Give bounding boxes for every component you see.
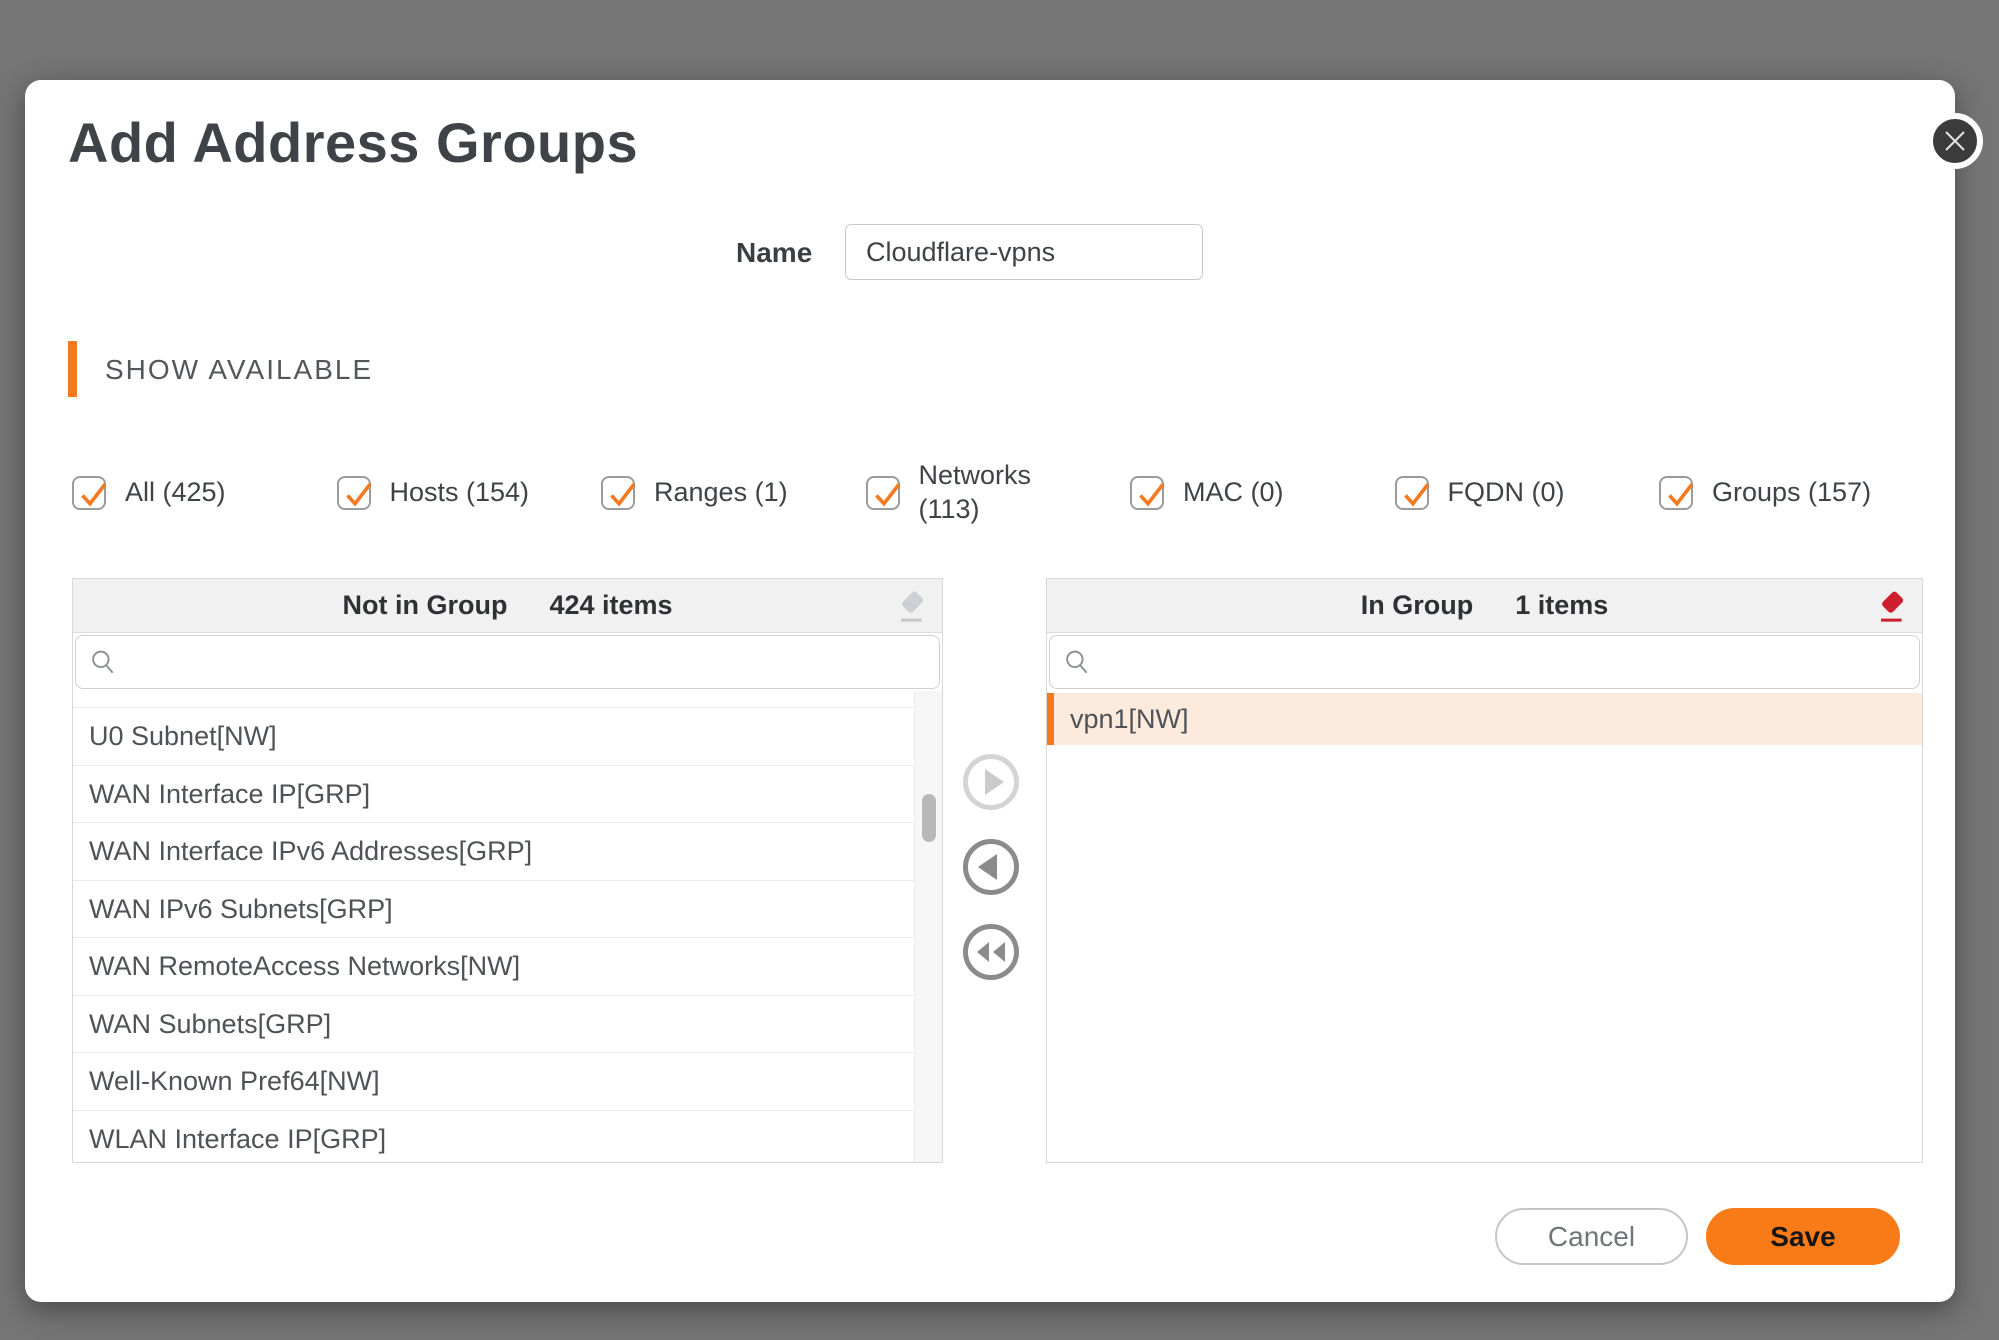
list-item[interactable]: WAN Interface IPv6 Addresses[GRP]: [73, 823, 942, 881]
show-available-heading: SHOW AVAILABLE: [105, 354, 373, 386]
filter-label: MAC (0): [1183, 476, 1284, 510]
clear-right-selection-button[interactable]: [1872, 588, 1908, 624]
close-button[interactable]: [1927, 113, 1983, 169]
filter-label: Networks (113): [919, 459, 1049, 527]
move-all-left-button[interactable]: [962, 923, 1020, 981]
filter-fqdn: FQDN (0): [1395, 476, 1660, 510]
clear-left-selection-button[interactable]: [892, 588, 928, 624]
in-group-header: In Group 1 items: [1047, 579, 1922, 633]
search-icon: [88, 647, 118, 677]
filter-label: FQDN (0): [1448, 476, 1565, 510]
filter-label: Ranges (1): [654, 476, 788, 510]
transfer-controls: [962, 753, 1020, 981]
list-item[interactable]: WLAN Interface IP[GRP]: [73, 1111, 942, 1164]
filter-label: All (425): [125, 476, 226, 510]
list-item[interactable]: WAN Interface IP[GRP]: [73, 766, 942, 824]
arrow-right-icon: [962, 753, 1020, 811]
scrollbar-thumb[interactable]: [922, 794, 936, 842]
close-icon: [1942, 128, 1968, 154]
cancel-button[interactable]: Cancel: [1495, 1208, 1688, 1265]
name-input[interactable]: [845, 224, 1203, 280]
filter-label: Groups (157): [1712, 476, 1871, 510]
not-in-group-panel: Not in Group 424 items: [72, 578, 943, 1163]
checkbox-fqdn[interactable]: [1395, 476, 1429, 510]
checkbox-hosts[interactable]: [337, 476, 371, 510]
checkbox-all[interactable]: [72, 476, 106, 510]
name-label: Name: [736, 237, 812, 269]
move-right-button[interactable]: [962, 753, 1020, 811]
not-in-group-header: Not in Group 424 items: [73, 579, 942, 633]
check-icon: [1662, 476, 1698, 512]
in-group-search: [1049, 635, 1920, 689]
list-item-selected[interactable]: vpn1[NW]: [1047, 693, 1922, 745]
check-icon: [340, 476, 376, 512]
move-left-button[interactable]: [962, 838, 1020, 896]
arrow-left-icon: [962, 838, 1020, 896]
filter-ranges: Ranges (1): [601, 476, 866, 510]
check-icon: [604, 476, 640, 512]
filter-all: All (425): [72, 476, 337, 510]
double-arrow-left-icon: [962, 923, 1020, 981]
in-group-list: vpn1[NW]: [1047, 693, 1922, 745]
check-icon: [1133, 476, 1169, 512]
list-item[interactable]: WAN Subnets[GRP]: [73, 996, 942, 1054]
panel-item-count: 424 items: [549, 590, 672, 621]
in-group-panel: In Group 1 items vpn1[NW]: [1046, 578, 1923, 1163]
page-title: Add Address Groups: [68, 110, 638, 175]
panel-item-count: 1 items: [1515, 590, 1608, 621]
eraser-icon-gray: [892, 588, 928, 624]
filter-groups: Groups (157): [1659, 476, 1924, 510]
scrollbar-track[interactable]: [914, 691, 942, 1162]
eraser-icon-red: [1872, 588, 1908, 624]
not-in-group-list: U0 Subnet[NW] WAN Interface IP[GRP] WAN …: [73, 691, 942, 1163]
type-filter-bar: All (425) Hosts (154) Ranges (1) Network…: [72, 452, 1925, 534]
filter-hosts: Hosts (154): [337, 476, 602, 510]
partial-row: [73, 691, 942, 708]
list-item[interactable]: U0 Subnet[NW]: [73, 708, 942, 766]
filter-mac: MAC (0): [1130, 476, 1395, 510]
checkbox-groups[interactable]: [1659, 476, 1693, 510]
check-icon: [75, 476, 111, 512]
not-in-group-search: [75, 635, 940, 689]
checkbox-ranges[interactable]: [601, 476, 635, 510]
search-icon: [1062, 647, 1092, 677]
list-item[interactable]: Well-Known Pref64[NW]: [73, 1053, 942, 1111]
filter-networks: Networks (113): [866, 459, 1131, 527]
add-address-groups-dialog: Add Address Groups Name SHOW AVAILABLE A…: [25, 80, 1955, 1302]
check-icon: [869, 476, 905, 512]
save-button[interactable]: Save: [1706, 1208, 1900, 1265]
checkbox-mac[interactable]: [1130, 476, 1164, 510]
list-item[interactable]: WAN IPv6 Subnets[GRP]: [73, 881, 942, 939]
check-icon: [1398, 476, 1434, 512]
filter-label: Hosts (154): [390, 476, 530, 510]
checkbox-networks[interactable]: [866, 476, 900, 510]
panel-title: Not in Group: [342, 590, 507, 621]
not-in-group-search-input[interactable]: [126, 636, 939, 688]
in-group-search-input[interactable]: [1100, 636, 1919, 688]
section-accent-bar: [68, 341, 77, 397]
list-item[interactable]: WAN RemoteAccess Networks[NW]: [73, 938, 942, 996]
panel-title: In Group: [1361, 590, 1473, 621]
